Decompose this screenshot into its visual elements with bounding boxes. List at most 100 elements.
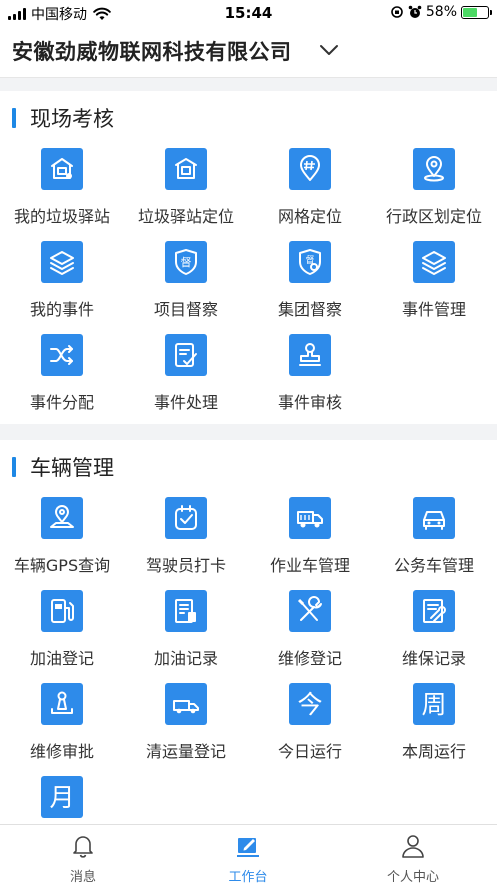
- grid-location-icon: [289, 148, 331, 190]
- section-marker: [12, 108, 16, 128]
- workbench-icon: [237, 838, 259, 857]
- edit-document-icon: [165, 334, 207, 376]
- grid-item-label: 驾驶员打卡: [145, 556, 226, 575]
- today-icon: 今: [289, 683, 331, 725]
- person-icon: [402, 835, 424, 858]
- grid-item-label: 项目督察: [153, 300, 218, 319]
- truck-icon: [165, 683, 207, 725]
- grid-item-label: 公务车管理: [393, 556, 474, 575]
- section-marker: [12, 457, 16, 477]
- grid-item-label: 作业车管理: [269, 556, 350, 575]
- repair-tools-icon: [289, 590, 331, 632]
- section-title: 车辆管理: [12, 454, 114, 480]
- tab-profile[interactable]: 个人中心: [353, 825, 473, 883]
- grid-item[interactable]: 维修审批: [0, 683, 124, 773]
- icon-glyph: 月: [49, 782, 75, 812]
- grid-item[interactable]: 今今日运行: [248, 683, 372, 773]
- section-vehicle-management: 车辆管理 车辆GPS查询 驾驶员打卡 作业车管理 公务车管理 加油登记 加油记录 维修登记维…: [0, 440, 497, 824]
- maintenance-record-icon: [413, 590, 455, 632]
- chevron-down-icon[interactable]: [318, 40, 340, 60]
- grid-item-label: 加油记录: [153, 649, 218, 668]
- grid-item-label: 本周运行: [401, 742, 466, 761]
- orientation-lock-icon: [391, 6, 403, 18]
- grid-item-label: 维修登记: [277, 649, 342, 668]
- grid-item[interactable]: 行政区划定位: [372, 148, 496, 238]
- grid-item[interactable]: 事件管理: [372, 241, 496, 331]
- grid-item[interactable]: 维保记录: [372, 590, 496, 680]
- grid-item-label: 事件管理: [401, 300, 466, 319]
- grid-item[interactable]: 作业车管理: [248, 497, 372, 587]
- company-header[interactable]: 安徽劲威物联网科技有限公司: [0, 26, 497, 78]
- bottom-tab-bar: 消息 工作台 个人中心: [0, 824, 497, 883]
- grid-item[interactable]: 公务车管理: [372, 497, 496, 587]
- region-location-icon: [413, 148, 455, 190]
- inspection-shield-icon: 督: [165, 241, 207, 283]
- group-inspection-icon: 督: [289, 241, 331, 283]
- garbage-truck-icon: [289, 497, 331, 539]
- week-icon: 周: [413, 683, 455, 725]
- fuel-pump-icon: [41, 590, 83, 632]
- tab-label: 工作台: [228, 870, 268, 883]
- grid-item[interactable]: 清运量登记: [124, 683, 248, 773]
- grid-item[interactable]: 督集团督察: [248, 241, 372, 331]
- layers-icon: [41, 241, 83, 283]
- svg-text:督: 督: [181, 255, 192, 269]
- station-locate-icon: [165, 148, 207, 190]
- joystick-icon: [41, 683, 83, 725]
- tab-label: 个人中心: [386, 870, 439, 883]
- gps-map-icon: [41, 497, 83, 539]
- grid-item-label: 事件审核: [277, 393, 342, 412]
- battery-icon: [461, 5, 492, 19]
- grid-item-label: 清运量登记: [145, 742, 226, 761]
- grid-item-label: 我的垃圾驿站: [13, 207, 110, 226]
- grid-item-label: 我的事件: [29, 300, 94, 319]
- grid-item-label: 车辆GPS查询: [13, 556, 111, 575]
- grid-item-label: 今日运行: [277, 742, 342, 761]
- grid-item[interactable]: 网格定位: [248, 148, 372, 238]
- grid-item-label: 垃圾驿站定位: [137, 207, 234, 226]
- grid-item-label: 行政区划定位: [385, 207, 482, 226]
- shuffle-icon: [41, 334, 83, 376]
- icon-glyph: 今: [297, 689, 323, 719]
- tab-label: 消息: [69, 870, 96, 883]
- grid-item[interactable]: 我的垃圾驿站: [0, 148, 124, 238]
- section-title-text: 车辆管理: [30, 456, 114, 480]
- bell-icon: [73, 836, 93, 858]
- grid-item[interactable]: 事件审核: [248, 334, 372, 424]
- grid-item[interactable]: 车辆GPS查询: [0, 497, 124, 587]
- alarm-icon: [408, 5, 422, 18]
- icon-glyph: 周: [421, 689, 447, 719]
- fuel-record-icon: [165, 590, 207, 632]
- trash-station-icon: [41, 148, 83, 190]
- tab-messages[interactable]: 消息: [23, 825, 143, 883]
- section-title-text: 现场考核: [30, 107, 114, 131]
- section-field-assessment: 现场考核 我的垃圾驿站 垃圾驿站定位 网格定位 行政区划定位 我的事件督项目督察督集团督…: [0, 91, 497, 424]
- grid-item-label: 网格定位: [277, 207, 342, 226]
- grid-item[interactable]: 加油登记: [0, 590, 124, 680]
- grid-item[interactable]: 周本周运行: [372, 683, 496, 773]
- month-icon: 月: [41, 776, 83, 818]
- grid-item[interactable]: 我的事件: [0, 241, 124, 331]
- grid-item-label: 加油登记: [29, 649, 94, 668]
- grid-item-label: 事件处理: [153, 393, 218, 412]
- grid-item[interactable]: 加油记录: [124, 590, 248, 680]
- grid-item[interactable]: 维修登记: [248, 590, 372, 680]
- grid-item-label: 事件分配: [29, 393, 94, 412]
- car-icon: [413, 497, 455, 539]
- tab-workbench[interactable]: 工作台: [188, 825, 308, 883]
- layers-icon: [413, 241, 455, 283]
- grid-item[interactable]: 垃圾驿站定位: [124, 148, 248, 238]
- grid-item[interactable]: 事件处理: [124, 334, 248, 424]
- grid-item[interactable]: 驾驶员打卡: [124, 497, 248, 587]
- grid-item-label: 集团督察: [277, 300, 342, 319]
- grid-item[interactable]: 事件分配: [0, 334, 124, 424]
- grid-item[interactable]: 督项目督察: [124, 241, 248, 331]
- stamp-icon: [289, 334, 331, 376]
- status-bar: 中国移动 15:44 58%: [0, 0, 497, 26]
- grid-item-label: 维保记录: [401, 649, 466, 668]
- grid-item-label: 维修审批: [29, 742, 94, 761]
- check-in-icon: [165, 497, 207, 539]
- battery-percent: 58%: [425, 4, 457, 20]
- section-title: 现场考核: [12, 105, 114, 131]
- company-name: 安徽劲威物联网科技有限公司: [12, 40, 292, 64]
